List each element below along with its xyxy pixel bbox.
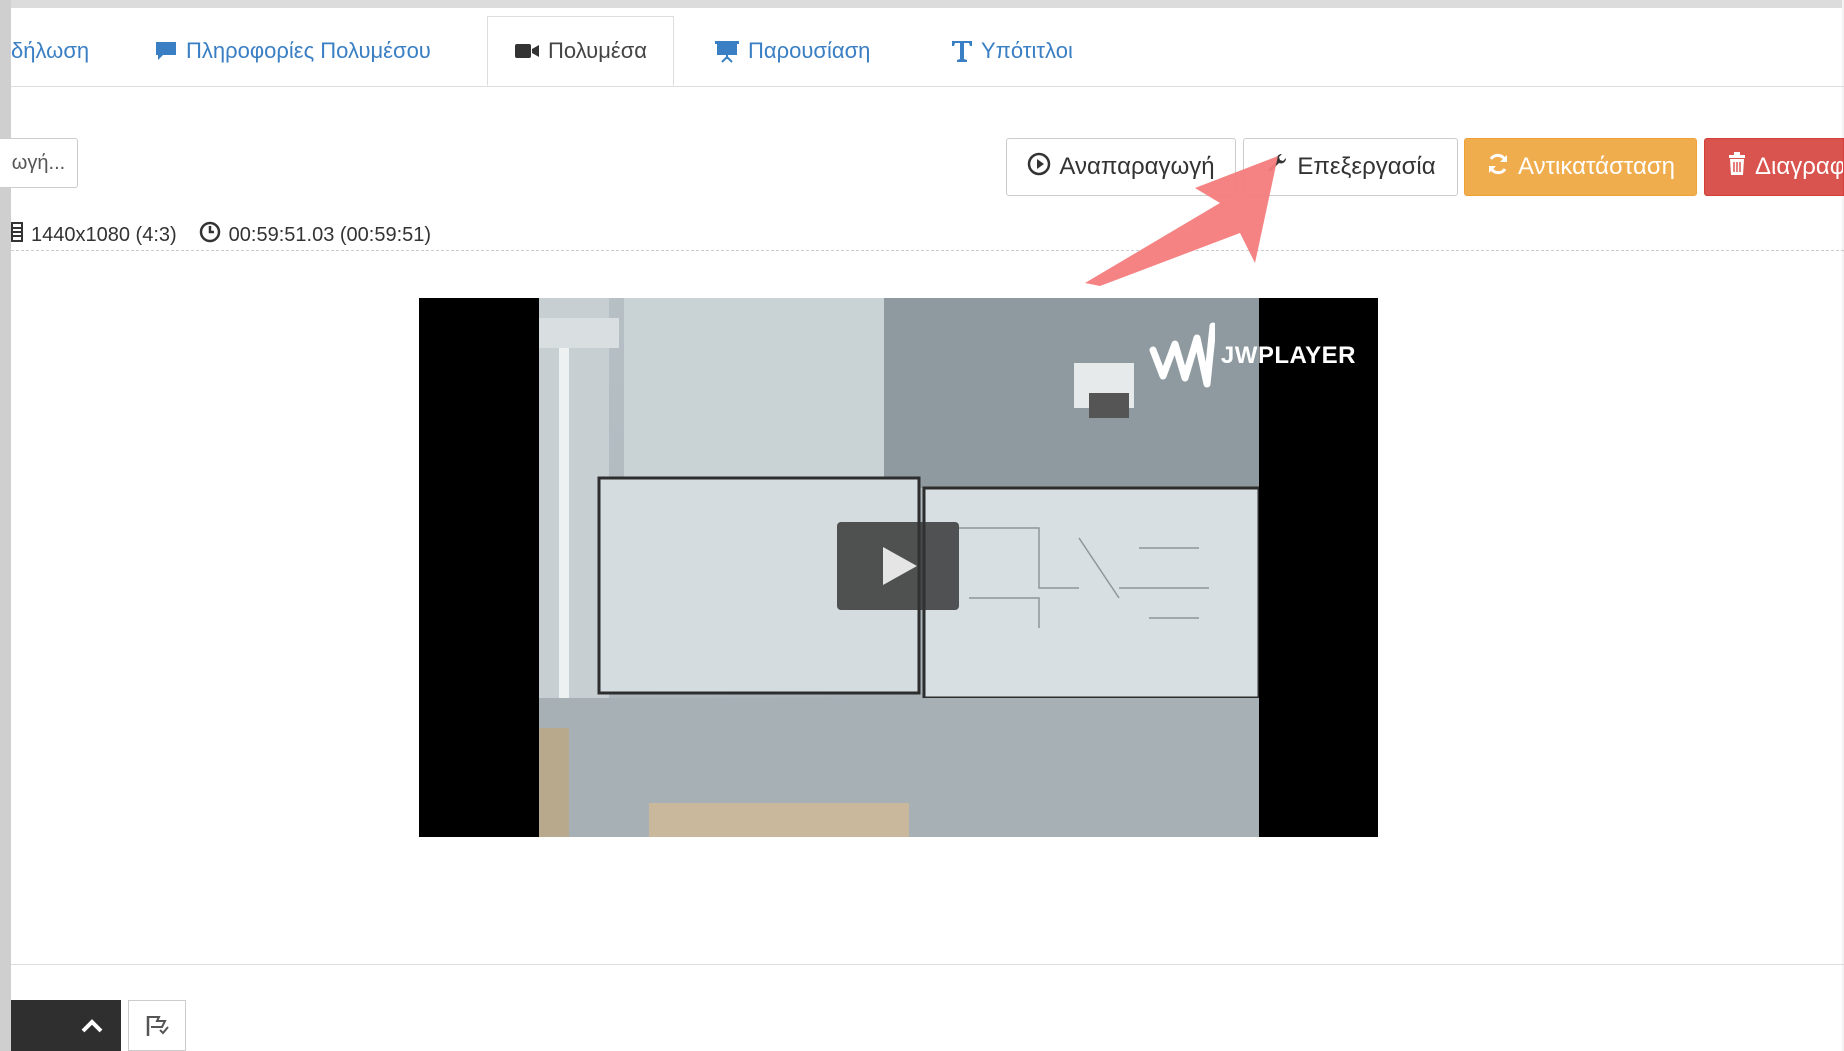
play-circle-icon [1027,152,1051,183]
play-button-label: Αναπαραγωγή [1059,153,1215,180]
duration-text: 00:59:51.03 (00:59:51) [228,223,432,246]
report-button[interactable] [128,1000,186,1051]
video-play-button[interactable] [837,522,959,610]
edit-button[interactable]: Επεξεργασία [1243,138,1458,196]
clock-icon [199,221,221,249]
trash-icon [1727,151,1747,183]
video-camera-icon [514,42,540,60]
flag-icon [146,1015,169,1036]
divider [11,250,1844,251]
select-button[interactable]: ωγή... [0,138,78,188]
tab-label: δήλωση [11,38,90,63]
tab-bar: δήλωση Πληροφορίες Πολυμέσου Πολυμέσα Πα… [11,16,1844,87]
replace-button-label: Αντικατάσταση [1518,153,1675,180]
footer-divider [11,964,1844,965]
play-button[interactable]: Αναπαραγωγή [1006,138,1236,196]
tab-media-info[interactable]: Πληροφορίες Πολυμέσου [154,16,431,86]
presentation-icon [714,39,740,63]
delete-button[interactable]: Διαγραφ [1704,138,1844,196]
tab-declaration[interactable]: δήλωση [11,16,89,86]
chevron-up-icon [81,1018,103,1032]
tab-label: Παρουσίαση [748,38,871,63]
film-icon [11,222,23,248]
tab-label: Υπότιτλοι [981,38,1073,63]
tab-presentation[interactable]: Παρουσίαση [714,16,870,86]
play-icon [883,547,917,585]
replace-button[interactable]: Αντικατάσταση [1464,138,1697,196]
window-top-border [0,0,1844,8]
resolution-text: 1440x1080 (4:3) [31,223,177,246]
video-player[interactable]: JWPLAYER [419,298,1378,837]
tab-label: Πολυμέσα [548,38,647,63]
comment-icon [154,40,178,62]
text-icon [951,39,973,63]
jwplayer-logo: JWPLAYER [1149,320,1356,392]
refresh-icon [1486,152,1510,183]
jwplayer-w-icon [1149,322,1215,388]
tab-label: Πληροφορίες Πολυμέσου [186,38,431,63]
wrench-icon [1265,152,1289,183]
select-button-label: ωγή... [11,151,66,174]
tab-media[interactable]: Πολυμέσα [487,16,674,86]
scroll-up-button[interactable] [11,1000,121,1051]
delete-button-label: Διαγραφ [1755,153,1844,180]
edit-button-label: Επεξεργασία [1297,153,1436,180]
tab-subtitles[interactable]: Υπότιτλοι [951,16,1073,86]
media-info-row: 1440x1080 (4:3) 00:59:51.03 (00:59:51) [11,220,1844,250]
jwplayer-brand: JWPLAYER [1220,342,1356,369]
